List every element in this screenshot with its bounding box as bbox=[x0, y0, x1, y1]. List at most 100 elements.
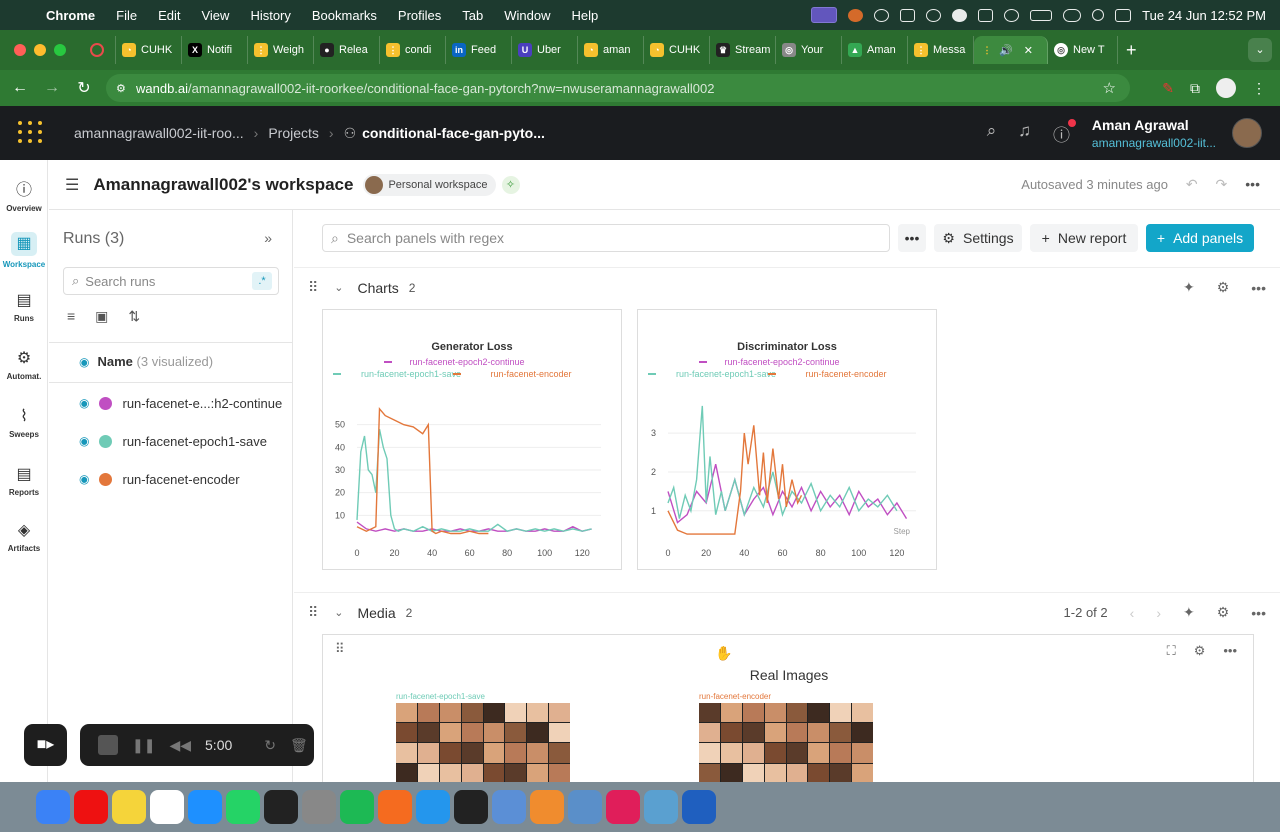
chart-panel-discriminator-loss[interactable]: Discriminator Loss run-facenet-epoch2-con… bbox=[637, 309, 937, 570]
regex-toggle[interactable]: .* bbox=[252, 272, 272, 290]
bookmark-star-icon[interactable]: ☆ bbox=[1103, 79, 1116, 97]
dock-app-icon[interactable] bbox=[188, 790, 222, 824]
profile-avatar[interactable] bbox=[1216, 78, 1236, 98]
close-window-button[interactable] bbox=[14, 44, 26, 56]
eye-icon[interactable]: ◉ bbox=[79, 472, 89, 486]
menu-window[interactable]: Window bbox=[504, 8, 550, 23]
tab-6[interactable]: U Uber bbox=[512, 36, 578, 64]
menu-icon[interactable]: ☰ bbox=[65, 175, 79, 195]
stop-button[interactable] bbox=[98, 735, 118, 755]
tab-search-chevron-icon[interactable]: ⌄ bbox=[1248, 38, 1272, 62]
gear-icon[interactable]: ⚙ bbox=[1217, 279, 1230, 296]
dock-app-icon[interactable] bbox=[530, 790, 564, 824]
close-tab-icon[interactable]: ✕ bbox=[1024, 44, 1033, 57]
add-panels-button[interactable]: + Add panels bbox=[1146, 224, 1254, 252]
dock-app-icon[interactable] bbox=[74, 790, 108, 824]
eye-icon[interactable]: ◉ bbox=[79, 396, 89, 410]
more-options-button[interactable]: ••• bbox=[898, 224, 926, 252]
tab-9[interactable]: ♛ Stream bbox=[710, 36, 776, 64]
minimize-window-button[interactable] bbox=[34, 44, 46, 56]
battery-icon[interactable] bbox=[1030, 9, 1053, 21]
dock-app-icon[interactable] bbox=[264, 790, 298, 824]
sort-icon[interactable]: ⇅ bbox=[128, 308, 140, 325]
filter-icon[interactable]: ≡ bbox=[67, 308, 75, 325]
legend-item[interactable]: run-facenet-epoch2-continue bbox=[384, 357, 525, 367]
eye-icon[interactable]: ◉ bbox=[79, 434, 89, 448]
run-row[interactable]: ◉ run-facenet-e...:h2-continue bbox=[79, 393, 282, 413]
reload-button[interactable]: ↻ bbox=[68, 78, 100, 98]
tab-record[interactable] bbox=[84, 36, 116, 64]
dock-app-icon[interactable] bbox=[682, 790, 716, 824]
site-info-icon[interactable]: ⚙ bbox=[116, 82, 126, 95]
tab-7[interactable]: ◔ aman bbox=[578, 36, 644, 64]
status-app-icon[interactable] bbox=[952, 8, 968, 22]
legend-item[interactable]: run-facenet-epoch1-save bbox=[333, 369, 461, 379]
run-color-swatch[interactable] bbox=[99, 396, 113, 410]
page-title[interactable]: Amannagrawall002's workspace bbox=[93, 175, 353, 195]
media-section-header[interactable]: ⠿ ⌄ Media 2 1-2 of 2 ‹ › ✦ ⚙ ••• bbox=[294, 592, 1280, 632]
tab-1[interactable]: X Notifi bbox=[182, 36, 248, 64]
search-icon[interactable] bbox=[1092, 9, 1105, 21]
chart-panel-generator-loss[interactable]: Generator Loss run-facenet-epoch2-continu… bbox=[322, 309, 622, 570]
dock-app-icon[interactable] bbox=[378, 790, 412, 824]
status-app-icon[interactable] bbox=[900, 8, 916, 22]
search-icon[interactable]: ⌕ bbox=[987, 121, 997, 146]
series-line[interactable] bbox=[667, 405, 898, 519]
series-line[interactable] bbox=[667, 464, 908, 524]
more-icon[interactable]: ••• bbox=[1251, 280, 1266, 296]
search-runs-input[interactable]: ⌕ Search runs .* bbox=[63, 267, 279, 295]
menu-help[interactable]: Help bbox=[572, 8, 599, 23]
dock-app-icon[interactable] bbox=[112, 790, 146, 824]
dock-app-icon[interactable] bbox=[492, 790, 526, 824]
name-column-header[interactable]: ◉ Name (3 visualized) bbox=[79, 354, 213, 369]
series-line[interactable] bbox=[356, 429, 592, 532]
dock-app-icon[interactable] bbox=[568, 790, 602, 824]
headphones-icon[interactable] bbox=[926, 8, 942, 22]
control-center-icon[interactable] bbox=[1115, 8, 1132, 22]
drag-handle-icon[interactable]: ⠿ bbox=[308, 604, 318, 621]
restart-icon[interactable]: ↻ bbox=[264, 737, 276, 754]
wandb-logo-icon[interactable] bbox=[18, 121, 48, 145]
rewind-icon[interactable]: ◀◀ bbox=[169, 737, 191, 754]
dock-app-icon[interactable] bbox=[302, 790, 336, 824]
run-name[interactable]: run-facenet-e...:h2-continue bbox=[122, 396, 282, 411]
clock[interactable]: Tue 24 Jun 12:52 PM bbox=[1142, 8, 1266, 23]
url-bar[interactable]: ⚙ wandb.ai/amannagrawall002-iit-roorkee/… bbox=[106, 74, 1130, 102]
tab-4[interactable]: ⋮ condi bbox=[380, 36, 446, 64]
chevron-down-icon[interactable]: ⌄ bbox=[334, 281, 343, 294]
dock-app-icon[interactable] bbox=[454, 790, 488, 824]
fullscreen-icon[interactable]: ⛶ bbox=[1167, 643, 1176, 659]
menu-app[interactable]: Chrome bbox=[46, 8, 95, 23]
charts-section-header[interactable]: ⠿ ⌄ Charts 2 ✦ ⚙ ••• bbox=[294, 267, 1280, 307]
run-row[interactable]: ◉ run-facenet-epoch1-save bbox=[79, 431, 267, 451]
drag-handle-icon[interactable]: ⠿ bbox=[335, 641, 345, 657]
menu-edit[interactable]: Edit bbox=[158, 8, 180, 23]
screen-share-icon[interactable] bbox=[811, 7, 838, 23]
menu-tab[interactable]: Tab bbox=[462, 8, 483, 23]
nav-workspace[interactable]: ▦ Workspace bbox=[0, 232, 48, 269]
more-icon[interactable]: ••• bbox=[1245, 176, 1260, 193]
status-app-icon[interactable] bbox=[978, 8, 994, 22]
chevron-right-icon[interactable]: › bbox=[1156, 605, 1161, 621]
legend-item[interactable]: run-facenet-encoder bbox=[768, 369, 887, 379]
dock-app-icon[interactable] bbox=[36, 790, 70, 824]
menu-bookmarks[interactable]: Bookmarks bbox=[312, 8, 377, 23]
chevron-left-icon[interactable]: ‹ bbox=[1130, 605, 1135, 621]
extensions-puzzle-icon[interactable]: ⧉ bbox=[1190, 80, 1200, 97]
breadcrumb-projects[interactable]: Projects bbox=[268, 125, 319, 141]
eye-icon[interactable]: ◉ bbox=[79, 355, 89, 369]
legend-item[interactable]: run-facenet-encoder bbox=[453, 369, 572, 379]
search-panels-input[interactable]: ⌕ Search panels with regex bbox=[322, 224, 890, 252]
tab-2[interactable]: ⋮ Weigh bbox=[248, 36, 314, 64]
gear-icon[interactable]: ⚙ bbox=[1194, 643, 1206, 659]
run-color-swatch[interactable] bbox=[99, 472, 113, 486]
dock-app-icon[interactable] bbox=[644, 790, 678, 824]
tab-8[interactable]: ◔ CUHK bbox=[644, 36, 710, 64]
nav-sweeps[interactable]: ⌇ Sweeps bbox=[0, 406, 48, 439]
help-icon[interactable]: ⓘ bbox=[1053, 118, 1076, 146]
group-icon[interactable]: ▣ bbox=[95, 308, 108, 325]
chevron-down-icon[interactable]: ⌄ bbox=[334, 606, 343, 619]
menu-history[interactable]: History bbox=[250, 8, 290, 23]
run-row[interactable]: ◉ run-facenet-encoder bbox=[79, 469, 240, 489]
user-menu[interactable]: Aman Agrawal amannagrawall002-iit... bbox=[1092, 117, 1216, 150]
